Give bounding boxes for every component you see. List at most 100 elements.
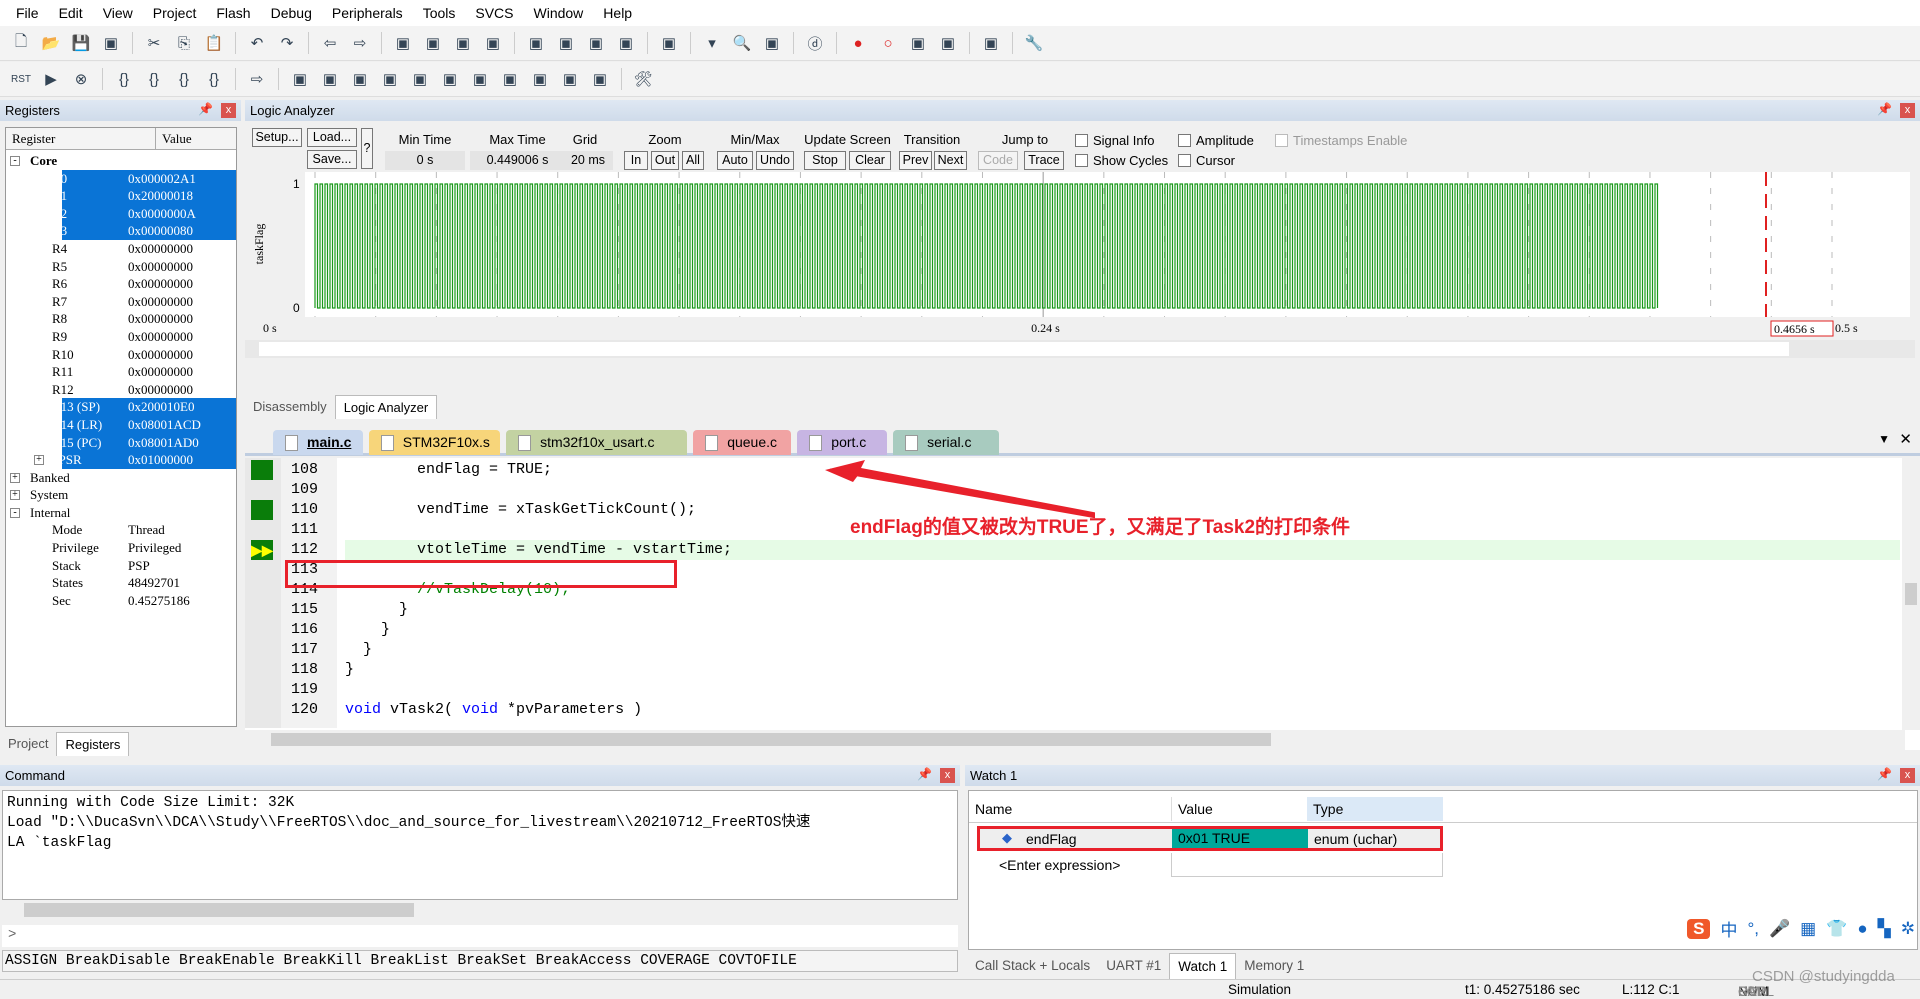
tab-stm32f10x-s[interactable]: STM32F10x.s xyxy=(368,430,501,455)
show-cycles-checkbox[interactable]: Show Cycles xyxy=(1075,153,1168,168)
tab-serial-c[interactable]: serial.c xyxy=(893,430,1000,455)
amplitude-checkbox[interactable]: Amplitude xyxy=(1178,133,1254,148)
new-file-icon[interactable]: 🗋 xyxy=(8,30,34,56)
dropdown-icon[interactable]: ▾ xyxy=(699,30,725,56)
register-row[interactable]: R11 0x00000000 xyxy=(6,363,236,381)
close-icon[interactable]: ✕ xyxy=(1899,430,1912,448)
expand-icon[interactable]: + xyxy=(34,455,44,466)
unindent-icon[interactable]: ▣ xyxy=(553,30,579,56)
symbols-window-icon[interactable]: ▣ xyxy=(347,66,373,92)
code-line[interactable]: endFlag = TRUE; xyxy=(345,460,552,480)
registers-window-icon[interactable]: ▣ xyxy=(377,66,403,92)
register-row[interactable]: States 48492701 xyxy=(6,574,236,592)
debug-session-icon[interactable]: ⓓ xyxy=(802,30,828,56)
register-row[interactable]: R2 0x0000000A xyxy=(6,204,236,223)
close-icon[interactable]: x xyxy=(1900,103,1915,118)
window-layout-icon[interactable]: ▣ xyxy=(978,30,1004,56)
pin-icon[interactable]: 📌 xyxy=(1877,767,1892,781)
code-editor[interactable]: ▶▶ 108 109 110 111 112 113 114 115 116 117 118 119 1… xyxy=(245,458,1920,750)
analysis-window-icon[interactable]: ▣ xyxy=(527,66,553,92)
tab-stm32f10x-usart-c[interactable]: stm32f10x_usart.c xyxy=(506,430,688,455)
tab-logic-analyzer[interactable]: Logic Analyzer xyxy=(334,395,438,419)
stop-icon[interactable]: ⊗ xyxy=(68,66,94,92)
code-line[interactable]: } xyxy=(345,640,372,660)
command-output[interactable]: Running with Code Size Limit: 32K Load "D… xyxy=(2,790,958,900)
register-row[interactable]: Privilege Privileged xyxy=(6,539,236,557)
help-button[interactable]: ? xyxy=(361,128,373,169)
tab-port-c[interactable]: port.c xyxy=(797,430,888,455)
horizontal-scrollbar[interactable] xyxy=(2,900,958,920)
register-row[interactable]: R10 0x00000000 xyxy=(6,346,236,364)
column-type[interactable]: Type xyxy=(1307,797,1443,821)
menu-file[interactable]: File xyxy=(6,5,49,21)
register-row[interactable]: Mode Thread xyxy=(6,521,236,539)
close-icon[interactable]: x xyxy=(221,103,236,118)
register-row[interactable]: R14 (LR) 0x08001ACD xyxy=(6,415,236,434)
kill-breakpoints-icon[interactable]: ▣ xyxy=(905,30,931,56)
menu-debug[interactable]: Debug xyxy=(261,5,322,21)
collapse-icon[interactable]: - xyxy=(10,156,20,166)
tab-memory-1[interactable]: Memory 1 xyxy=(1236,953,1312,979)
column-value[interactable]: Value xyxy=(156,128,236,149)
jump-code-button[interactable]: Code xyxy=(978,151,1018,170)
comment-icon[interactable]: ▣ xyxy=(583,30,609,56)
menu-view[interactable]: View xyxy=(93,5,143,21)
register-row[interactable]: + Banked xyxy=(6,469,236,487)
save-icon[interactable]: 💾 xyxy=(68,30,94,56)
jump-trace-button[interactable]: Trace xyxy=(1024,151,1064,170)
horizontal-scrollbar[interactable] xyxy=(245,730,1905,750)
breakpoint-gutter[interactable]: ▶▶ xyxy=(245,458,281,728)
timestamps-checkbox[interactable]: Timestamps Enable xyxy=(1275,133,1407,148)
copy-icon[interactable]: ⎘ xyxy=(171,30,197,56)
save-button[interactable]: Save... xyxy=(307,150,357,169)
menu-tools[interactable]: Tools xyxy=(413,5,466,21)
code-line[interactable]: } xyxy=(345,620,390,640)
step-into-icon[interactable]: {} xyxy=(111,66,137,92)
next-button[interactable]: Next xyxy=(934,151,967,170)
pin-icon[interactable]: 📌 xyxy=(1877,102,1892,116)
tab-disassembly[interactable]: Disassembly xyxy=(245,395,335,419)
serial-window-icon[interactable]: ▣ xyxy=(497,66,523,92)
watch-table[interactable]: Name Value Type ◆ endFlag 0x01 TRUE enum… xyxy=(968,790,1918,950)
ime-toolbar[interactable]: S 中 °, 🎤 ▦ 👕 ● ▚ ✲ xyxy=(1687,916,1915,941)
command-window-icon[interactable]: ▣ xyxy=(287,66,313,92)
forward-icon[interactable]: ⇨ xyxy=(347,30,373,56)
step-out-icon[interactable]: {} xyxy=(171,66,197,92)
menu-svcs[interactable]: SVCS xyxy=(465,5,523,21)
find-icon[interactable]: 🔍 xyxy=(729,30,755,56)
code-line[interactable]: } xyxy=(345,600,408,620)
vertical-scrollbar[interactable] xyxy=(1902,458,1920,730)
signal-name[interactable]: taskFlag xyxy=(252,224,266,265)
tab-call-stack-locals[interactable]: Call Stack + Locals xyxy=(967,953,1098,979)
tab-watch-1[interactable]: Watch 1 xyxy=(1169,953,1237,979)
register-row[interactable]: R9 0x00000000 xyxy=(6,328,236,346)
zoom-in-button[interactable]: In xyxy=(624,151,648,170)
tab-registers[interactable]: Registers xyxy=(56,732,130,756)
call-stack-icon[interactable]: ▣ xyxy=(407,66,433,92)
register-row[interactable]: R5 0x00000000 xyxy=(6,258,236,276)
setup-button[interactable]: Setup... xyxy=(252,128,302,147)
redo-icon[interactable]: ↷ xyxy=(274,30,300,56)
menu-peripherals[interactable]: Peripherals xyxy=(322,5,413,21)
debug-settings-icon[interactable]: ▣ xyxy=(759,30,785,56)
register-row[interactable]: R4 0x00000000 xyxy=(6,240,236,258)
close-icon[interactable]: x xyxy=(940,768,955,783)
tab-project[interactable]: Project xyxy=(0,732,56,756)
clear-button[interactable]: Clear xyxy=(849,151,891,170)
watch-window-icon[interactable]: ▣ xyxy=(437,66,463,92)
next-bookmark-icon[interactable]: ▣ xyxy=(450,30,476,56)
prev-bookmark-icon[interactable]: ▣ xyxy=(420,30,446,56)
paste-icon[interactable]: 📋 xyxy=(201,30,227,56)
register-row[interactable]: R12 0x00000000 xyxy=(6,381,236,399)
register-row[interactable]: R0 0x000002A1 xyxy=(6,169,236,188)
disable-breakpoint-icon[interactable]: ○ xyxy=(875,30,901,56)
menu-window[interactable]: Window xyxy=(524,5,594,21)
code-line[interactable]: } xyxy=(345,660,354,680)
toolbox-icon[interactable]: 🛠 xyxy=(630,66,656,92)
auto-button[interactable]: Auto xyxy=(717,151,753,170)
clear-bookmarks-icon[interactable]: ▣ xyxy=(480,30,506,56)
stop-button[interactable]: Stop xyxy=(804,151,846,170)
menu-project[interactable]: Project xyxy=(143,5,207,21)
show-next-statement-icon[interactable]: ⇨ xyxy=(244,66,270,92)
system-viewer-icon[interactable]: ▣ xyxy=(587,66,613,92)
